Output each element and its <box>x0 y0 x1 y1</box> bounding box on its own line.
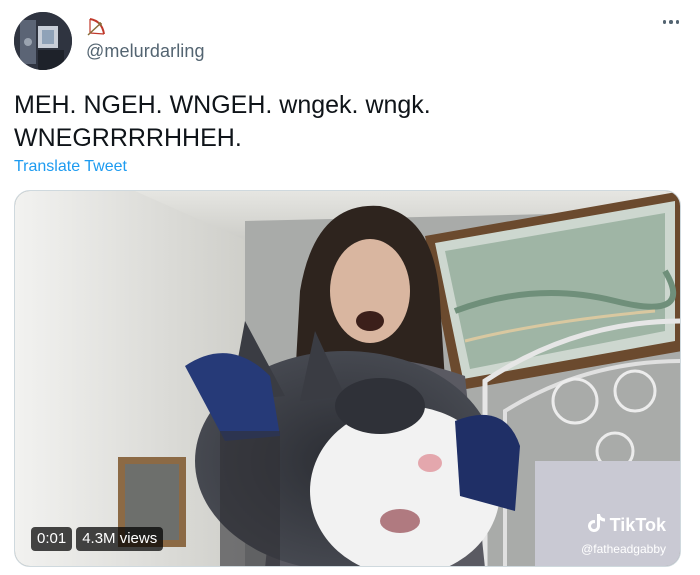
more-options-icon[interactable] <box>656 12 686 32</box>
tiktok-username: @fatheadgabby <box>581 542 666 556</box>
translate-tweet-link[interactable]: Translate Tweet <box>14 158 127 176</box>
video-timestamp: 0:01 <box>31 527 73 551</box>
tweet-text: MEH. NGEH. WNGEH. wngek. wngk. WNEGRRRRH… <box>14 89 674 155</box>
tweet-text-line: MEH. NGEH. WNGEH. wngek. wngk. <box>14 91 431 119</box>
video-player[interactable]: 0:01 4.3M views TikTok @fatheadgabby <box>14 190 681 567</box>
tweet-card: @melurdarling MEH. NGEH. WNGEH. wngek. w… <box>0 0 700 575</box>
avatar[interactable] <box>14 12 72 70</box>
user-handle[interactable]: @melurdarling <box>86 41 205 62</box>
bow-and-arrow-icon <box>86 16 108 38</box>
video-views: 4.3M views <box>76 527 164 551</box>
tiktok-logo-icon <box>587 513 606 538</box>
video-frame <box>15 191 680 566</box>
tiktok-watermark: TikTok @fatheadgabby <box>581 513 666 556</box>
video-stats: 0:01 4.3M views <box>31 527 164 551</box>
tweet-text-line: WNEGRRRRHHEH. <box>14 124 242 152</box>
tiktok-brand: TikTok <box>609 515 666 535</box>
